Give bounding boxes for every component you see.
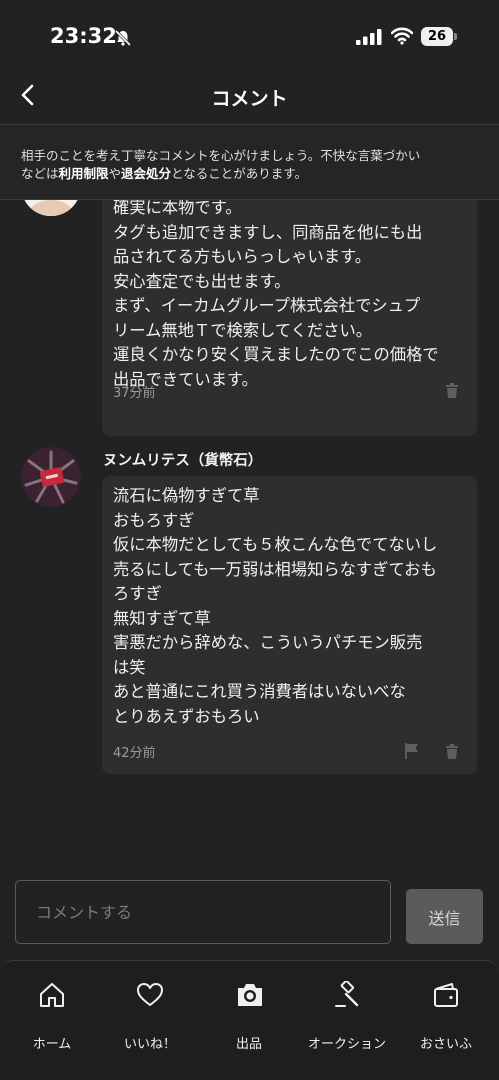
notice-line-2: などは利用制限や退会処分となることがあります。 [21, 165, 478, 183]
status-time: 23:32 [50, 24, 117, 48]
avatar-image [24, 200, 78, 216]
notice-text-before: などは [21, 166, 59, 181]
comment-text: 確実に本物です。 タグも追加できますし、同商品を他にも出 品されてる方もいらっし… [113, 200, 439, 389]
nav-wallet-label: おさいふ [419, 1037, 472, 1052]
heart-icon [137, 983, 163, 1006]
camera-icon [238, 984, 262, 1006]
notice-text-mid: や [108, 166, 122, 181]
nav-sell-label: 出品 [235, 1037, 262, 1052]
comment-bubble: 流石に偽物すぎて草 おもろすぎ 仮に本物だとしても５枚こんな色でてないし 売るに… [102, 476, 477, 774]
signal-icon [356, 29, 382, 45]
nav-sell[interactable]: 出品 [199, 981, 299, 1052]
battery-cap [454, 33, 457, 40]
page-title: コメント [211, 88, 288, 110]
bottom-navigation: ホーム いいね！ 出品 オークション おさいふ [0, 960, 499, 1080]
avatar[interactable] [21, 200, 81, 216]
bell-off-icon [114, 29, 132, 47]
nav-auction[interactable]: オークション [297, 981, 397, 1052]
avatar-image [21, 447, 81, 507]
nav-likes-label: いいね！ [123, 1037, 176, 1052]
comment-bubble: 確実に本物です。 タグも追加できますし、同商品を他にも出 品されてる方もいらっし… [102, 200, 477, 436]
gavel-icon [335, 981, 359, 1007]
battery-indicator: 26 [421, 27, 453, 46]
comment-input[interactable] [15, 880, 391, 944]
comment-time: 37分前 [113, 386, 156, 401]
send-button[interactable]: 送信 [406, 889, 483, 944]
usage-restriction-link[interactable]: 利用制限 [59, 166, 109, 181]
status-bar: 23:32 26 [0, 0, 499, 70]
comment-text: 流石に偽物すぎて草 おもろすぎ 仮に本物だとしても５枚こんな色でてないし 売るに… [113, 486, 438, 726]
nav-wallet[interactable]: おさいふ [396, 981, 496, 1052]
commenter-name[interactable]: ヌンムリテス（貨幣石） [103, 449, 262, 470]
trash-icon[interactable] [442, 380, 462, 400]
flag-icon[interactable] [402, 741, 422, 761]
notice-line-1: 相手のことを考え丁寧なコメントを心がけましょう。不快な言葉づかい [21, 148, 421, 163]
comment-page: 23:32 26 コメント 相手のことを考え丁寧なコメントを心がけましょう。不快… [0, 0, 499, 1080]
home-icon [40, 983, 64, 1007]
account-removal-link[interactable]: 退会処分 [121, 166, 171, 181]
nav-home[interactable]: ホーム [2, 981, 102, 1052]
notice-text-after: となることがあります。 [171, 166, 307, 181]
wallet-icon [434, 983, 458, 1007]
nav-auction-label: オークション [307, 1037, 386, 1052]
comment-time: 42分前 [113, 746, 156, 761]
wifi-icon [391, 27, 413, 45]
nav-home-label: ホーム [32, 1037, 72, 1052]
header: コメント [0, 70, 499, 122]
nav-likes[interactable]: いいね！ [100, 981, 200, 1052]
avatar[interactable] [21, 447, 81, 507]
trash-icon[interactable] [442, 741, 462, 761]
comment-guideline-notice: 相手のことを考え丁寧なコメントを心がけましょう。不快な言葉づかい などは利用制限… [0, 124, 499, 200]
comment-list: 確実に本物です。 タグも追加できますし、同商品を他にも出 品されてる方もいらっし… [0, 200, 499, 870]
